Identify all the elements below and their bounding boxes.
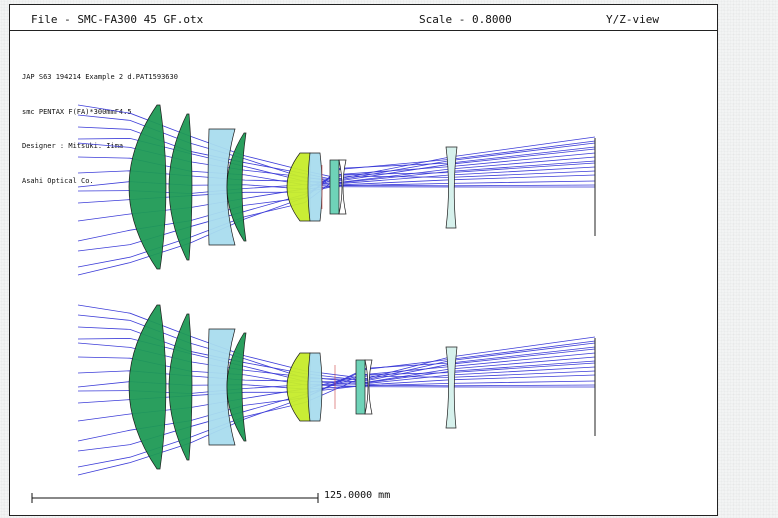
scale-bar-label: 125.0000 mm xyxy=(324,490,391,501)
lens-element-2 xyxy=(168,113,193,261)
lens-element-5 xyxy=(286,352,311,422)
focus-element xyxy=(355,359,366,415)
lens-element-6 xyxy=(307,152,323,222)
focus-element xyxy=(329,159,340,215)
lens-element-5 xyxy=(286,152,311,222)
lens-layout-diagram xyxy=(31,104,596,503)
lens-element-1 xyxy=(128,104,167,270)
lens-element-2 xyxy=(168,313,193,461)
lens-element-1 xyxy=(128,304,167,470)
scale-bar xyxy=(31,493,319,503)
lens-element-6 xyxy=(307,352,323,422)
rear-filter-element xyxy=(445,146,458,229)
rear-filter-element xyxy=(445,346,458,429)
